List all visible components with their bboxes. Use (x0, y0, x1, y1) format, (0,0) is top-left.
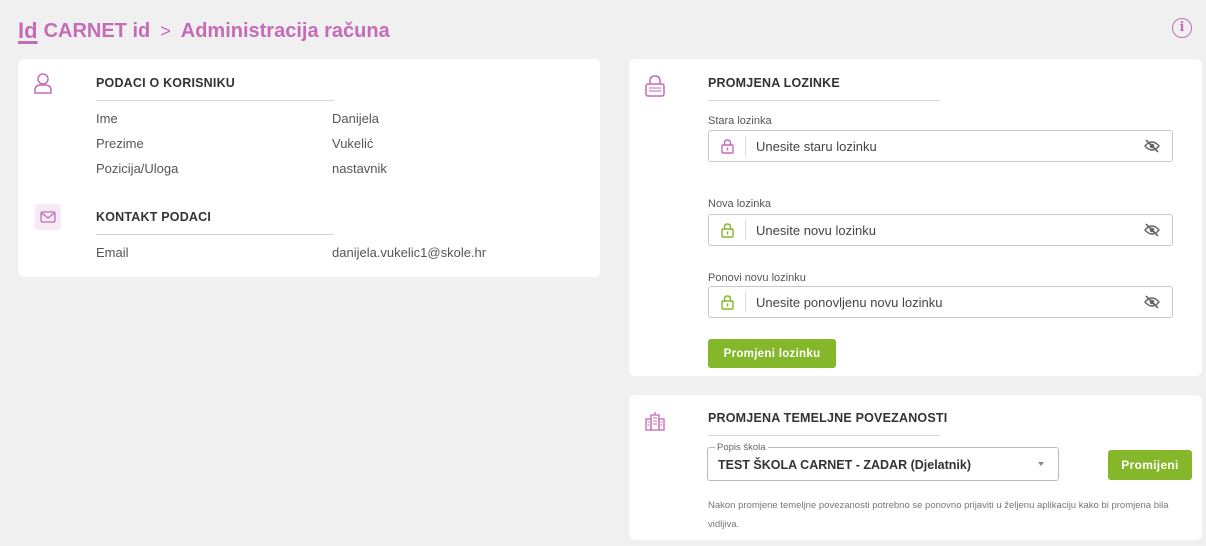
divider (96, 234, 334, 235)
new-password-field (708, 214, 1173, 246)
school-select-label: Popis škola (715, 442, 768, 453)
divider (708, 435, 940, 436)
page-title: Administracija računa (180, 19, 390, 42)
lock-icon (709, 136, 746, 156)
role-value: nastavnik (332, 161, 387, 176)
repeat-password-field (708, 286, 1173, 318)
password-section-title: PROMJENA LOZINKE (708, 76, 840, 90)
mail-icon (35, 204, 61, 230)
last-name-label: Prezime (96, 136, 144, 151)
header: Id CARNET id > Administracija računa (18, 16, 390, 46)
last-name-value: Vukelić (332, 136, 374, 151)
eye-slash-icon[interactable] (1132, 139, 1172, 153)
lock-icon (709, 292, 746, 312)
info-icon[interactable]: i (1172, 18, 1192, 38)
school-building-icon (637, 403, 673, 439)
eye-slash-icon[interactable] (1132, 223, 1172, 237)
chevron-down-icon (1038, 462, 1044, 466)
email-label: Email (96, 245, 129, 260)
lock-icon (709, 220, 746, 240)
lock-icon (637, 68, 673, 104)
eye-slash-icon[interactable] (1132, 295, 1172, 309)
carnet-logo[interactable]: Id (18, 18, 38, 44)
password-change-card: PROMJENA LOZINKE Stara lozinka Nova lozi… (629, 59, 1202, 376)
breadcrumb-separator: > (160, 20, 171, 41)
school-select[interactable]: Popis škola TEST ŠKOLA CARNET - ZADAR (D… (707, 442, 1059, 481)
role-label: Pozicija/Uloga (96, 161, 179, 176)
user-info-card: PODACI O KORISNIKU Ime Danijela Prezime … (18, 59, 600, 277)
old-password-field (708, 130, 1173, 162)
school-select-value: TEST ŠKOLA CARNET - ZADAR (Djelatnik) (718, 458, 972, 472)
old-password-input[interactable] (746, 138, 1132, 154)
new-password-input[interactable] (746, 222, 1132, 238)
info-note: Nakon promjene temeljne povezanosti potr… (708, 500, 1169, 530)
breadcrumb-app[interactable]: CARNET id (44, 20, 151, 43)
change-password-button[interactable]: Promjeni lozinku (708, 339, 836, 368)
contact-section-title: KONTAKT PODACI (96, 210, 212, 224)
school-section-title: PROMJENA TEMELJNE POVEZANOSTI (708, 411, 948, 425)
repeat-password-input[interactable] (746, 294, 1132, 310)
old-password-label: Stara lozinka (708, 115, 772, 127)
user-section-title: PODACI O KORISNIKU (96, 76, 236, 90)
first-name-label: Ime (96, 111, 118, 126)
divider (708, 100, 940, 101)
repeat-password-label: Ponovi novu lozinku (708, 272, 806, 284)
divider (96, 100, 334, 101)
email-value: danijela.vukelic1@skole.hr (332, 245, 487, 260)
first-name-value: Danijela (332, 111, 379, 126)
change-school-button[interactable]: Promijeni (1108, 450, 1192, 480)
new-password-label: Nova lozinka (708, 198, 771, 210)
user-icon (25, 65, 61, 101)
school-affiliation-card: PROMJENA TEMELJNE POVEZANOSTI Popis škol… (629, 395, 1202, 540)
